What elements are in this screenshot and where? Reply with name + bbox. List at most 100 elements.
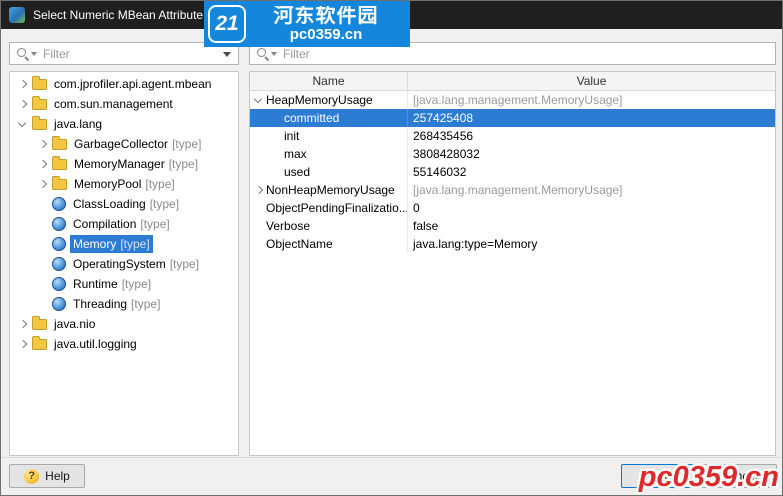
attribute-table: Name Value HeapMemoryUsage [java.lang.ma… [249,71,776,456]
tree-item[interactable]: java.nio [10,314,238,334]
select-mbean-attribute-dialog: Select Numeric MBean Attribute Filter Fi… [0,0,783,496]
chevron-collapsed-icon[interactable] [36,137,50,151]
tree-item-label: OperatingSystem [73,257,166,271]
tree-item[interactable]: com.sun.management [10,94,238,114]
tree-item[interactable]: GarbageCollector [type] [10,134,238,154]
mbean-tree: com.jprofiler.api.agent.mbean com.sun.ma… [9,71,239,456]
folder-icon [52,155,67,170]
watermark-site-url: pc0359.cn [289,25,363,42]
table-row[interactable]: NonHeapMemoryUsage [java.lang.management… [250,181,775,199]
folder-icon [32,315,47,330]
attribute-value: 257425408 [413,111,474,125]
watermark-logo: 21 [208,5,246,43]
tree-item[interactable]: ClassLoading [type] [10,194,238,214]
tree-item-label: com.sun.management [54,97,173,111]
table-row[interactable]: Verbose false [250,217,775,235]
attribute-name: NonHeapMemoryUsage [266,183,395,197]
tree-item-label: Threading [73,297,128,311]
tree-item-label: ClassLoading [73,197,146,211]
mbean-icon [52,237,66,251]
tree-item-label: com.jprofiler.api.agent.mbean [54,77,212,91]
attribute-name: init [284,129,300,143]
chevron-expanded-icon[interactable] [252,93,266,107]
tree-item[interactable]: Runtime [type] [10,274,238,294]
attribute-value: 55146032 [413,165,467,179]
filter-placeholder: Filter [43,46,70,61]
tree-item[interactable]: OperatingSystem [type] [10,254,238,274]
help-button-label: Help [45,469,70,483]
attribute-value: 0 [413,201,420,215]
search-icon[interactable] [16,47,29,60]
filter-placeholder: Filter [283,46,310,61]
chevron-collapsed-icon[interactable] [36,177,50,191]
mbean-icon [52,217,66,231]
tree-item[interactable]: com.jprofiler.api.agent.mbean [10,74,238,94]
help-button[interactable]: ? Help [9,464,85,488]
tree-item-label: Memory [73,237,117,251]
tree-item-label: Runtime [73,277,118,291]
tree-item-label: GarbageCollector [74,137,169,151]
attribute-name: max [284,147,307,161]
chevron-collapsed-icon[interactable] [252,183,266,197]
column-header-value[interactable]: Value [408,72,775,90]
chevron-collapsed-icon[interactable] [16,337,30,351]
mbean-icon [52,257,66,271]
attribute-name: used [284,165,311,179]
table-row[interactable]: used 55146032 [250,163,775,181]
search-history-arrow-icon[interactable] [271,51,277,56]
attribute-name: HeapMemoryUsage [266,93,373,107]
folder-icon [32,115,47,130]
table-header: Name Value [250,72,775,91]
attribute-value: [java.lang.management.MemoryUsage] [413,183,623,197]
table-row[interactable]: ObjectName java.lang:type=Memory [250,235,775,253]
chevron-collapsed-icon[interactable] [16,317,30,331]
tree-item[interactable]: MemoryManager [type] [10,154,238,174]
tree-item[interactable]: java.util.logging [10,334,238,354]
tree-item[interactable]: MemoryPool [type] [10,174,238,194]
jprofiler-app-icon [9,7,25,23]
attribute-value: false [413,219,439,233]
mbean-icon [52,197,66,211]
search-icon[interactable] [256,47,269,60]
folder-icon [52,175,67,190]
folder-icon [52,135,67,150]
column-header-name[interactable]: Name [250,72,408,90]
tree-item[interactable]: java.lang [10,114,238,134]
mbean-icon [52,277,66,291]
table-row[interactable]: HeapMemoryUsage [java.lang.management.Me… [250,91,775,109]
attribute-name: committed [284,111,340,125]
chevron-collapsed-icon[interactable] [36,157,50,171]
watermark-bottom-url: pc0359.cn [638,461,779,493]
attribute-value: 268435456 [413,129,474,143]
tree-item-label: java.lang [54,117,103,131]
chevron-expanded-icon[interactable] [16,117,30,131]
attribute-name: ObjectName [266,237,333,251]
tree-item-label: Compilation [73,217,137,231]
chevron-collapsed-icon[interactable] [16,97,30,111]
help-icon: ? [24,468,40,484]
table-row[interactable]: init 268435456 [250,127,775,145]
tree-item-label: java.nio [54,317,96,331]
mbean-icon [52,297,66,311]
chevron-collapsed-icon[interactable] [16,77,30,91]
search-history-arrow-icon[interactable] [31,51,37,56]
table-row[interactable]: max 3808428032 [250,145,775,163]
watermark-site-name: 河东软件园 [273,6,379,28]
tree-item-label: java.util.logging [54,337,137,351]
table-row-selected[interactable]: committed 257425408 [250,109,775,127]
attribute-value: java.lang:type=Memory [413,237,538,251]
table-row[interactable]: ObjectPendingFinalizatio... 0 [250,199,775,217]
tree-item-selected[interactable]: Memory [type] [10,234,238,254]
footer-separator [1,457,782,458]
tree-item[interactable]: Compilation [type] [10,214,238,234]
tree-item[interactable]: Threading [type] [10,294,238,314]
folder-icon [32,75,47,90]
chevron-down-icon[interactable] [223,52,231,57]
table-body: HeapMemoryUsage [java.lang.management.Me… [250,91,775,253]
